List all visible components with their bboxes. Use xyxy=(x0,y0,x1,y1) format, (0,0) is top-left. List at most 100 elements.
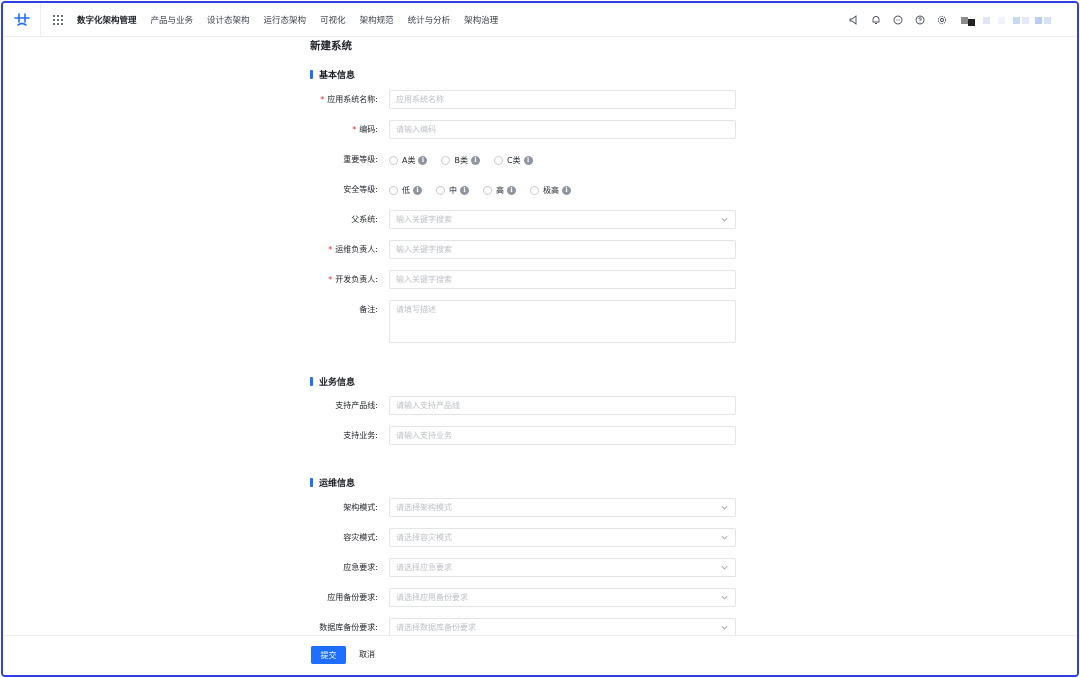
row-app-name: * 应用系统名称: 应用系统名称 xyxy=(3,90,1077,110)
ops-owner-input[interactable]: 输入关键字搜索 xyxy=(389,240,736,259)
required-mark: * xyxy=(328,245,333,254)
nav-item-arch-governance[interactable]: 架构治理 xyxy=(457,14,505,26)
main-nav: 数字化架构管理 产品与业务 设计态架构 运行态架构 可视化 架构规范 统计与分析… xyxy=(75,3,505,37)
dr-mode-label: 容灾模式: xyxy=(343,533,378,542)
nav-item-digital-arch[interactable]: 数字化架构管理 xyxy=(75,14,144,26)
row-arch-mode: 架构模式: 请选择架构模式 xyxy=(3,498,1077,518)
parent-system-select[interactable]: 输入关键字搜索 xyxy=(389,210,736,229)
nav-item-statistics[interactable]: 统计与分析 xyxy=(401,14,458,26)
info-icon[interactable]: i xyxy=(470,155,480,165)
info-icon[interactable]: i xyxy=(507,185,516,195)
radio-button[interactable] xyxy=(436,185,445,195)
bell-icon[interactable] xyxy=(865,9,887,31)
code-input[interactable]: 请输入编码 xyxy=(389,120,736,139)
radio-button[interactable] xyxy=(530,185,539,195)
app-grid-icon[interactable] xyxy=(41,3,75,37)
product-line-label: 支持产品线: xyxy=(335,401,378,410)
required-mark: * xyxy=(352,125,357,134)
required-mark: * xyxy=(328,275,333,284)
radio-button[interactable] xyxy=(389,155,398,165)
cancel-button[interactable]: 取消 xyxy=(359,646,375,664)
business-label: 支持业务: xyxy=(343,431,378,440)
row-product-line: 支持产品线: 请输入支持产品线 xyxy=(3,396,1077,416)
security-option-medium[interactable]: 中i xyxy=(436,185,469,196)
arch-mode-label: 架构模式: xyxy=(343,503,378,512)
nav-item-runtime-arch[interactable]: 运行态架构 xyxy=(257,14,314,26)
parent-label: 父系统: xyxy=(351,215,378,224)
section-business-info: 业务信息 xyxy=(310,375,355,388)
announcement-icon[interactable] xyxy=(843,9,865,31)
row-parent-system: 父系统: 输入关键字搜索 xyxy=(3,210,1077,230)
section-ops-info: 运维信息 xyxy=(310,476,355,489)
radio-button[interactable] xyxy=(441,155,451,165)
form-footer: 提交 取消 xyxy=(3,635,1077,675)
info-icon[interactable]: i xyxy=(413,185,422,195)
top-navigation-bar: 数字化架构管理 产品与业务 设计态架构 运行态架构 可视化 架构规范 统计与分析… xyxy=(3,3,1077,37)
chat-icon[interactable] xyxy=(887,9,909,31)
info-icon[interactable]: i xyxy=(523,155,533,165)
chevron-down-icon xyxy=(721,535,728,540)
nav-item-design-arch[interactable]: 设计态架构 xyxy=(200,14,257,26)
radio-button[interactable] xyxy=(389,185,398,195)
emergency-label: 应急要求: xyxy=(343,563,378,572)
dev-owner-input[interactable]: 输入关键字搜索 xyxy=(389,270,736,289)
importance-radio-group: A类 i B类 i C类 i xyxy=(389,150,547,170)
info-icon[interactable]: i xyxy=(418,155,428,165)
app-window: 数字化架构管理 产品与业务 设计态架构 运行态架构 可视化 架构规范 统计与分析… xyxy=(1,1,1079,677)
dev-owner-label: 开发负责人: xyxy=(335,275,378,284)
header-tools xyxy=(843,3,1077,37)
security-option-low[interactable]: 低i xyxy=(389,185,422,196)
dr-mode-select[interactable]: 请选择容灾模式 xyxy=(389,528,736,547)
nav-item-arch-standards[interactable]: 架构规范 xyxy=(353,14,401,26)
chevron-down-icon xyxy=(721,505,728,510)
required-mark: * xyxy=(320,95,325,104)
emergency-select[interactable]: 请选择应急要求 xyxy=(389,558,736,577)
row-ops-owner: * 运维负责人: 输入关键字搜索 xyxy=(3,240,1077,260)
app-name-label: 应用系统名称: xyxy=(327,95,378,104)
row-importance: 重要等级: A类 i B类 i C类 i xyxy=(3,150,1077,170)
help-icon[interactable] xyxy=(909,9,931,31)
product-line-input[interactable]: 请输入支持产品线 xyxy=(389,396,736,415)
radio-button[interactable] xyxy=(483,185,492,195)
page-title: 新建系统 xyxy=(310,40,352,52)
ops-owner-label: 运维负责人: xyxy=(335,245,378,254)
row-dr-mode: 容灾模式: 请选择容灾模式 xyxy=(3,528,1077,548)
remark-textarea[interactable]: 请填写描述 xyxy=(389,300,736,343)
app-backup-select[interactable]: 请选择应用备份要求 xyxy=(389,588,736,607)
importance-option-b[interactable]: B类 i xyxy=(441,155,480,166)
settings-gear-icon[interactable] xyxy=(931,9,953,31)
security-label: 安全等级: xyxy=(343,185,378,194)
section-title: 运维信息 xyxy=(319,479,356,489)
row-dev-owner: * 开发负责人: 输入关键字搜索 xyxy=(3,270,1077,290)
row-emergency: 应急要求: 请选择应急要求 xyxy=(3,558,1077,578)
app-backup-label: 应用备份要求: xyxy=(327,593,378,602)
app-name-input[interactable]: 应用系统名称 xyxy=(389,90,736,109)
section-basic-info: 基本信息 xyxy=(310,68,355,81)
info-icon[interactable]: i xyxy=(460,185,469,195)
importance-option-c[interactable]: C类 i xyxy=(493,155,533,166)
chevron-down-icon xyxy=(721,595,728,600)
info-icon[interactable]: i xyxy=(562,185,571,195)
section-marker xyxy=(310,377,313,386)
radio-button[interactable] xyxy=(493,155,503,165)
nav-item-visualization[interactable]: 可视化 xyxy=(313,14,353,26)
importance-option-a[interactable]: A类 i xyxy=(389,155,428,166)
submit-button[interactable]: 提交 xyxy=(311,646,346,664)
section-title: 业务信息 xyxy=(319,378,356,388)
row-code: * 编码: 请输入编码 xyxy=(3,120,1077,140)
form-content: 新建系统 基本信息 * 应用系统名称: 应用系统名称 * 编码: 请输入编码 重要等… xyxy=(3,38,1077,638)
security-option-high[interactable]: 高i xyxy=(483,185,516,196)
remark-label: 备注: xyxy=(359,305,378,314)
row-security: 安全等级: 低i 中i 高i 极高 i xyxy=(3,180,1077,200)
chevron-down-icon xyxy=(721,565,728,570)
nav-item-product-business[interactable]: 产品与业务 xyxy=(144,14,201,26)
user-avatar[interactable] xyxy=(961,14,1051,26)
security-option-very-high[interactable]: 极高 i xyxy=(530,185,571,196)
row-remark: 备注: 请填写描述 xyxy=(3,300,1077,343)
importance-label: 重要等级: xyxy=(343,155,378,164)
security-radio-group: 低i 中i 高i 极高 i xyxy=(389,180,585,200)
arch-mode-select[interactable]: 请选择架构模式 xyxy=(389,498,736,517)
business-input[interactable]: 请输入支持业务 xyxy=(389,426,736,445)
row-app-backup: 应用备份要求: 请选择应用备份要求 xyxy=(3,588,1077,608)
logo-icon[interactable] xyxy=(3,3,41,37)
